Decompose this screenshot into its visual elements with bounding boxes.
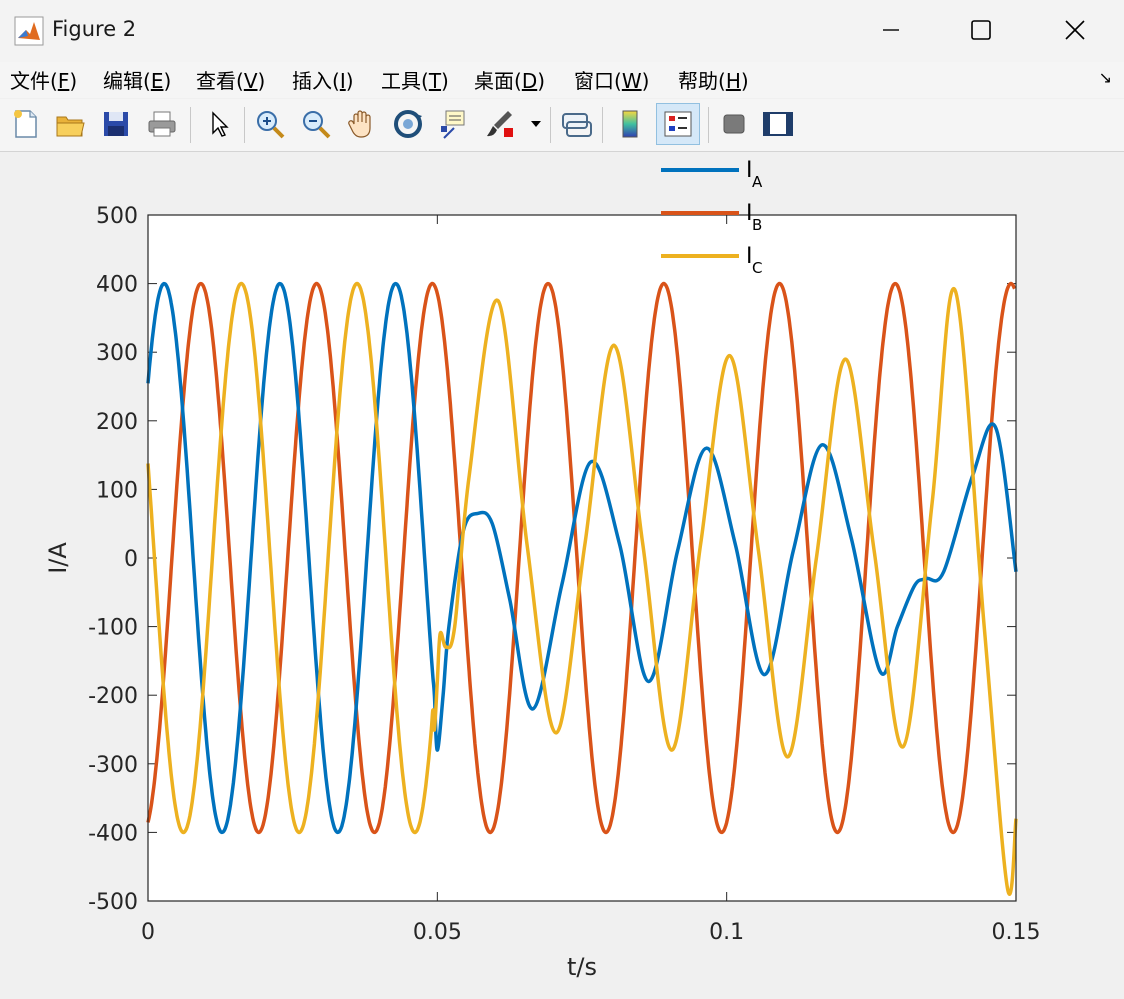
show-plot-tools-icon xyxy=(763,112,793,136)
figure-toolbar xyxy=(0,99,1124,152)
menu-item-v[interactable]: 查看(V) xyxy=(196,65,265,94)
chevron-down-icon xyxy=(531,121,541,127)
y-tick-label: 100 xyxy=(96,478,138,503)
window-title: Figure 2 xyxy=(52,17,137,41)
legend-label-subscript: B xyxy=(752,216,762,234)
y-tick-label: -500 xyxy=(88,890,138,915)
brush-button[interactable] xyxy=(482,105,518,143)
close-icon xyxy=(1065,20,1085,40)
y-tick-label: 400 xyxy=(96,273,138,298)
x-tick-label: 0.05 xyxy=(413,920,462,945)
legend-button[interactable] xyxy=(656,103,700,145)
close-button[interactable] xyxy=(1052,8,1098,52)
menu-item-w[interactable]: 窗口(W) xyxy=(574,65,649,94)
toolbar-separator xyxy=(190,107,191,143)
data-cursor-button[interactable] xyxy=(436,105,472,143)
y-axis-label: I/A xyxy=(44,542,72,574)
y-tick-label: -400 xyxy=(88,821,138,846)
menu-item-i[interactable]: 插入(I) xyxy=(292,65,354,94)
data-cursor-icon xyxy=(441,110,465,139)
print-button[interactable] xyxy=(144,105,180,143)
figure-canvas: 0 0.05 0.1 0.15 500 400 300 200 100 0 -100 -200 -300… xyxy=(0,152,1124,995)
x-tick-label: 0 xyxy=(141,920,155,945)
toolbar-separator xyxy=(602,107,603,143)
hide-plot-tools-icon xyxy=(723,114,745,134)
brush-dropdown-button[interactable] xyxy=(526,105,546,143)
print-icon xyxy=(148,111,176,137)
show-plot-tools-button[interactable] xyxy=(760,105,796,143)
y-tick-label: 500 xyxy=(96,204,138,229)
rotate-3d-button[interactable] xyxy=(390,105,426,143)
select-arrow-icon xyxy=(212,111,229,137)
menu-bar: 文件(F) 编辑(E) 查看(V) 插入(I) 工具(T) 桌面(D) 窗口(W) 帮助(H)… xyxy=(0,62,1124,98)
colorbar-button[interactable] xyxy=(612,105,648,143)
zoom-in-button[interactable] xyxy=(252,105,288,143)
save-icon xyxy=(104,112,128,136)
pan-button[interactable] xyxy=(344,105,380,143)
x-tick-label: 0.15 xyxy=(992,920,1041,945)
y-tick-label: 300 xyxy=(96,341,138,366)
save-button[interactable] xyxy=(98,105,134,143)
open-file-icon xyxy=(56,116,85,137)
toolbar-separator xyxy=(244,107,245,143)
minimize-button[interactable] xyxy=(868,8,914,52)
legend-label-subscript: C xyxy=(752,259,762,277)
legend-label-subscript: A xyxy=(752,173,763,191)
y-tick-label: -300 xyxy=(88,753,138,778)
menu-item-e[interactable]: 编辑(E) xyxy=(103,65,171,94)
zoom-out-icon xyxy=(303,111,331,139)
link-plot-icon xyxy=(562,113,592,137)
select-button[interactable] xyxy=(200,105,236,143)
title-bar: Figure 2 xyxy=(0,0,1124,62)
toolbar-separator xyxy=(708,107,709,143)
maximize-button[interactable] xyxy=(958,8,1004,52)
colorbar-icon xyxy=(622,110,638,138)
y-tick-label: 200 xyxy=(96,410,138,435)
minimize-icon xyxy=(883,29,899,31)
x-tick-label: 0.1 xyxy=(709,920,744,945)
x-axis-label: t/s xyxy=(567,953,597,981)
zoom-in-icon xyxy=(257,111,285,139)
menu-item-d[interactable]: 桌面(D) xyxy=(474,65,545,94)
menu-expand-icon[interactable]: ↘ xyxy=(1099,68,1112,87)
y-tick-label: -100 xyxy=(88,616,138,641)
menu-item-t[interactable]: 工具(T) xyxy=(381,65,449,94)
open-file-button[interactable] xyxy=(52,105,88,143)
figure-window: Figure 2 文件(F) 编辑(E) 查看(V) 插入(I) 工具(T) 桌面(D) 窗… xyxy=(0,0,1124,995)
zoom-out-button[interactable] xyxy=(298,105,334,143)
y-tick-label: -200 xyxy=(88,684,138,709)
hide-plot-tools-button[interactable] xyxy=(716,105,752,143)
link-plot-button[interactable] xyxy=(558,105,594,143)
new-figure-icon xyxy=(14,110,37,138)
toolbar-separator xyxy=(550,107,551,143)
pan-hand-icon xyxy=(348,110,371,138)
y-tick-label: 0 xyxy=(124,547,138,572)
menu-item-f[interactable]: 文件(F) xyxy=(10,65,77,94)
legend-icon xyxy=(664,111,692,137)
menu-item-h[interactable]: 帮助(H) xyxy=(678,65,749,94)
maximize-icon xyxy=(971,20,991,40)
new-figure-button[interactable] xyxy=(8,105,44,143)
line-chart[interactable]: 0 0.05 0.1 0.15 500 400 300 200 100 0 -100 -200 -300… xyxy=(0,152,1124,995)
rotate-3d-icon xyxy=(394,110,422,138)
matlab-icon xyxy=(14,16,44,46)
brush-icon xyxy=(487,111,513,137)
